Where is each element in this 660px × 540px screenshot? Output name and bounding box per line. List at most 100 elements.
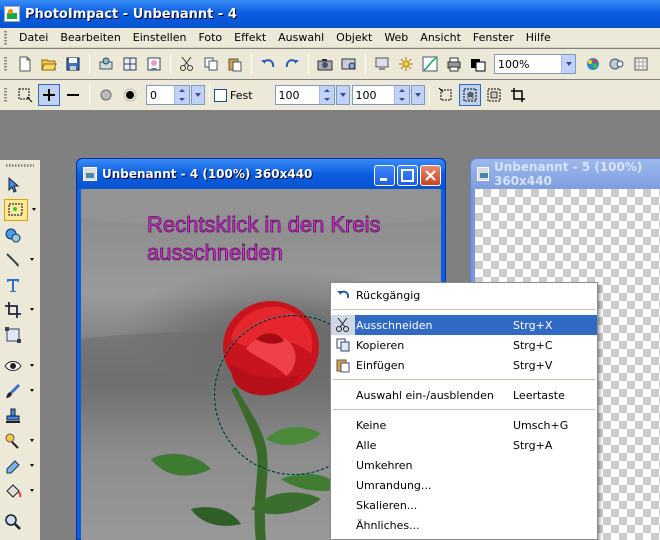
chevron-down-icon[interactable] bbox=[395, 95, 409, 104]
undo-button[interactable] bbox=[257, 53, 279, 75]
hand-select-button[interactable] bbox=[458, 84, 481, 106]
stamp-tool[interactable] bbox=[0, 404, 36, 428]
app-titlebar[interactable]: PhotoImpact - Unbenannt - 4 bbox=[0, 0, 660, 28]
capture-button[interactable] bbox=[338, 53, 360, 75]
standard-selection-tool[interactable] bbox=[0, 198, 36, 222]
ctx-toggle-selection[interactable]: Auswahl ein-/ausblenden Leertaste bbox=[331, 385, 597, 405]
transform-button[interactable] bbox=[435, 84, 457, 106]
chevron-down-icon[interactable] bbox=[561, 55, 575, 73]
stepper-arrows[interactable] bbox=[174, 86, 189, 104]
ctx-scale[interactable]: Skalieren... bbox=[331, 495, 597, 515]
crop-tool[interactable] bbox=[0, 298, 36, 322]
transform-tool[interactable] bbox=[0, 323, 36, 347]
tool-flyout-arrow[interactable] bbox=[30, 364, 34, 367]
new-file-button[interactable] bbox=[14, 53, 36, 75]
height-dropdown[interactable] bbox=[410, 85, 425, 105]
document-icon[interactable] bbox=[477, 167, 489, 181]
effects-button[interactable] bbox=[606, 53, 628, 75]
doc1-titlebar[interactable]: Unbenannt - 4 (100%) 360x440 bbox=[77, 159, 445, 189]
menu-hilfe[interactable]: Hilfe bbox=[520, 29, 557, 47]
subtract-selection-button[interactable] bbox=[62, 84, 84, 106]
stepper-arrows[interactable] bbox=[393, 86, 409, 104]
menu-effekt[interactable]: Effekt bbox=[228, 29, 272, 47]
paste-button[interactable] bbox=[224, 53, 246, 75]
doc2-titlebar[interactable]: Unbenannt - 5 (100%) 360x440 bbox=[471, 159, 660, 189]
close-button[interactable] bbox=[420, 165, 441, 186]
menu-ansicht[interactable]: Ansicht bbox=[414, 29, 467, 47]
save-button[interactable] bbox=[62, 53, 84, 75]
menu-web[interactable]: Web bbox=[378, 29, 414, 47]
add-selection-button[interactable] bbox=[38, 84, 60, 106]
menu-einstellen[interactable]: Einstellen bbox=[127, 29, 193, 47]
camera-button[interactable] bbox=[314, 53, 336, 75]
palette-button[interactable] bbox=[582, 53, 604, 75]
overflow-button[interactable] bbox=[630, 53, 652, 75]
ctx-similar[interactable]: Ähnliches... bbox=[331, 515, 597, 535]
line-tool[interactable] bbox=[0, 248, 36, 272]
preview-button[interactable] bbox=[371, 53, 393, 75]
soft-edge-button[interactable] bbox=[95, 84, 117, 106]
tool-flyout-arrow[interactable] bbox=[32, 208, 36, 211]
fixed-checkbox[interactable] bbox=[214, 88, 227, 102]
cut-button[interactable] bbox=[176, 53, 198, 75]
height-stepper[interactable]: 100 bbox=[351, 85, 410, 105]
ctx-paste[interactable]: Einfügen Strg+V bbox=[331, 355, 597, 375]
chevron-down-icon[interactable] bbox=[320, 95, 334, 104]
ctx-invert[interactable]: Umkehren bbox=[331, 455, 597, 475]
tool-flyout-arrow[interactable] bbox=[30, 389, 34, 392]
brightness-button[interactable] bbox=[395, 53, 417, 75]
menu-foto[interactable]: Foto bbox=[192, 29, 228, 47]
chevron-down-icon[interactable] bbox=[175, 95, 189, 104]
stepper-arrows[interactable] bbox=[318, 86, 334, 104]
selection-mode-button[interactable] bbox=[14, 84, 36, 106]
tool-flyout-arrow[interactable] bbox=[30, 308, 34, 311]
eraser-tool[interactable] bbox=[0, 454, 36, 478]
print-button[interactable] bbox=[443, 53, 465, 75]
object-select-button[interactable] bbox=[483, 84, 505, 106]
ctx-undo[interactable]: Rückgängig bbox=[331, 285, 597, 305]
pick-tool[interactable] bbox=[0, 173, 36, 197]
chevron-up-icon[interactable] bbox=[395, 86, 409, 95]
scan-button[interactable] bbox=[95, 53, 117, 75]
open-button[interactable] bbox=[38, 53, 60, 75]
paint-tool[interactable] bbox=[0, 379, 36, 403]
fill-tool[interactable] bbox=[0, 479, 36, 503]
tool-flyout-arrow[interactable] bbox=[30, 464, 34, 467]
width-dropdown[interactable] bbox=[335, 85, 350, 105]
document-icon[interactable] bbox=[83, 167, 97, 181]
hard-edge-button[interactable] bbox=[119, 84, 141, 106]
curve-button[interactable] bbox=[419, 53, 441, 75]
retouch-tool[interactable] bbox=[0, 354, 36, 378]
soft-edge-dropdown[interactable] bbox=[191, 85, 205, 105]
minimize-button[interactable] bbox=[374, 165, 395, 186]
mask-mode-tool[interactable] bbox=[0, 223, 36, 247]
tool-flyout-arrow[interactable] bbox=[30, 489, 34, 492]
photoimpact-app-icon[interactable] bbox=[4, 6, 20, 22]
menu-bearbeiten[interactable]: Bearbeiten bbox=[54, 29, 126, 47]
photo-button[interactable] bbox=[143, 53, 165, 75]
ctx-copy[interactable]: Kopieren Strg+C bbox=[331, 335, 597, 355]
soft-edge-stepper[interactable]: 0 bbox=[146, 85, 190, 105]
mask-button[interactable] bbox=[467, 53, 489, 75]
width-value[interactable]: 100 bbox=[276, 89, 319, 102]
clone-tool[interactable] bbox=[0, 429, 36, 453]
ctx-cut[interactable]: Ausschneiden Strg+X bbox=[331, 315, 597, 335]
menu-objekt[interactable]: Objekt bbox=[330, 29, 378, 47]
height-value[interactable]: 100 bbox=[353, 89, 394, 102]
tool-flyout-arrow[interactable] bbox=[30, 439, 34, 442]
zoom-tool[interactable] bbox=[0, 510, 36, 534]
tool-panel-grip[interactable] bbox=[6, 164, 34, 167]
browse-button[interactable] bbox=[119, 53, 141, 75]
menu-datei[interactable]: Datei bbox=[13, 29, 54, 47]
crop-button[interactable] bbox=[507, 84, 529, 106]
zoom-select[interactable]: 100% bbox=[494, 54, 576, 74]
menubar-grip[interactable] bbox=[4, 30, 7, 45]
redo-button[interactable] bbox=[281, 53, 303, 75]
menu-fenster[interactable]: Fenster bbox=[467, 29, 520, 47]
menu-auswahl[interactable]: Auswahl bbox=[272, 29, 330, 47]
toolbar-grip[interactable] bbox=[4, 57, 7, 71]
maximize-button[interactable] bbox=[397, 165, 418, 186]
chevron-up-icon[interactable] bbox=[320, 86, 334, 95]
toolbar-grip[interactable] bbox=[4, 88, 7, 102]
ctx-border[interactable]: Umrandung... bbox=[331, 475, 597, 495]
